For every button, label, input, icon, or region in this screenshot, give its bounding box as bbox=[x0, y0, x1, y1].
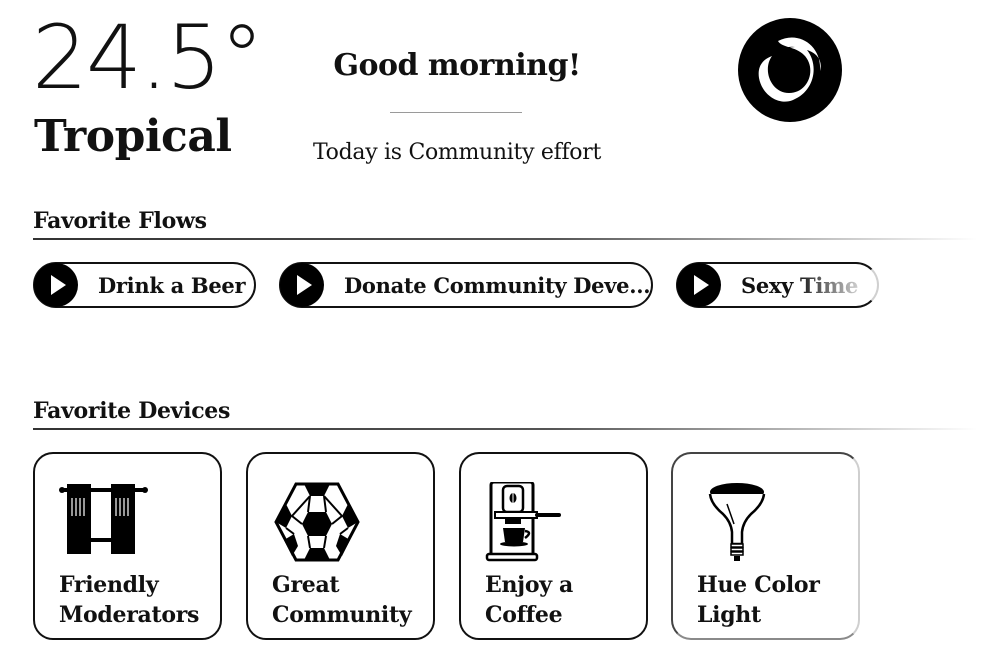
light-bulb-icon bbox=[708, 483, 766, 561]
device-friendly-moderators[interactable]: Friendly Moderators bbox=[33, 452, 222, 640]
device-name-line1: Friendly bbox=[59, 572, 159, 598]
section-divider-flows bbox=[33, 238, 977, 240]
section-divider-devices bbox=[33, 428, 977, 430]
play-icon bbox=[34, 263, 78, 307]
play-icon bbox=[280, 263, 324, 307]
flow-drink-a-beer[interactable]: Drink a Beer bbox=[33, 262, 256, 308]
coffee-machine-icon bbox=[485, 482, 561, 562]
flow-label: Drink a Beer bbox=[98, 272, 246, 298]
device-name-line2: Coffee bbox=[485, 602, 563, 628]
device-name: Great Community bbox=[272, 570, 432, 630]
flow-donate-community[interactable]: Donate Community Deve... bbox=[279, 262, 653, 308]
temperature-readout: 24.5° bbox=[32, 6, 264, 109]
device-name: Friendly Moderators bbox=[59, 570, 219, 630]
section-title-flows: Favorite Flows bbox=[33, 208, 207, 234]
device-name: Enjoy a Coffee bbox=[485, 570, 645, 630]
greeting-title: Good morning! bbox=[333, 48, 581, 83]
flow-label: Donate Community Deve... bbox=[344, 272, 651, 298]
device-name-line2: Moderators bbox=[59, 602, 200, 628]
device-hue-color-light[interactable]: Hue Color Light bbox=[671, 452, 860, 640]
play-icon bbox=[677, 263, 721, 307]
device-name-line1: Great bbox=[272, 572, 340, 598]
soccer-ball-icon bbox=[274, 482, 360, 562]
device-name-line2: Light bbox=[697, 602, 761, 628]
weather-condition: Tropical bbox=[34, 111, 232, 162]
app-logo-icon bbox=[738, 18, 842, 122]
flow-sexy-time[interactable]: Sexy Time bbox=[676, 262, 879, 308]
device-name-line1: Enjoy a bbox=[485, 572, 573, 598]
device-enjoy-a-coffee[interactable]: Enjoy a Coffee bbox=[459, 452, 648, 640]
curtains-icon bbox=[59, 484, 148, 554]
flow-label: Sexy Time bbox=[721, 273, 858, 298]
device-great-community[interactable]: Great Community bbox=[246, 452, 435, 640]
greeting-divider bbox=[390, 112, 522, 113]
device-name-line2: Community bbox=[272, 602, 412, 628]
today-text: Today is Community effort bbox=[313, 140, 601, 165]
section-title-devices: Favorite Devices bbox=[33, 398, 231, 424]
device-name-line1: Hue Color bbox=[697, 572, 820, 598]
device-name: Hue Color Light bbox=[697, 570, 857, 630]
